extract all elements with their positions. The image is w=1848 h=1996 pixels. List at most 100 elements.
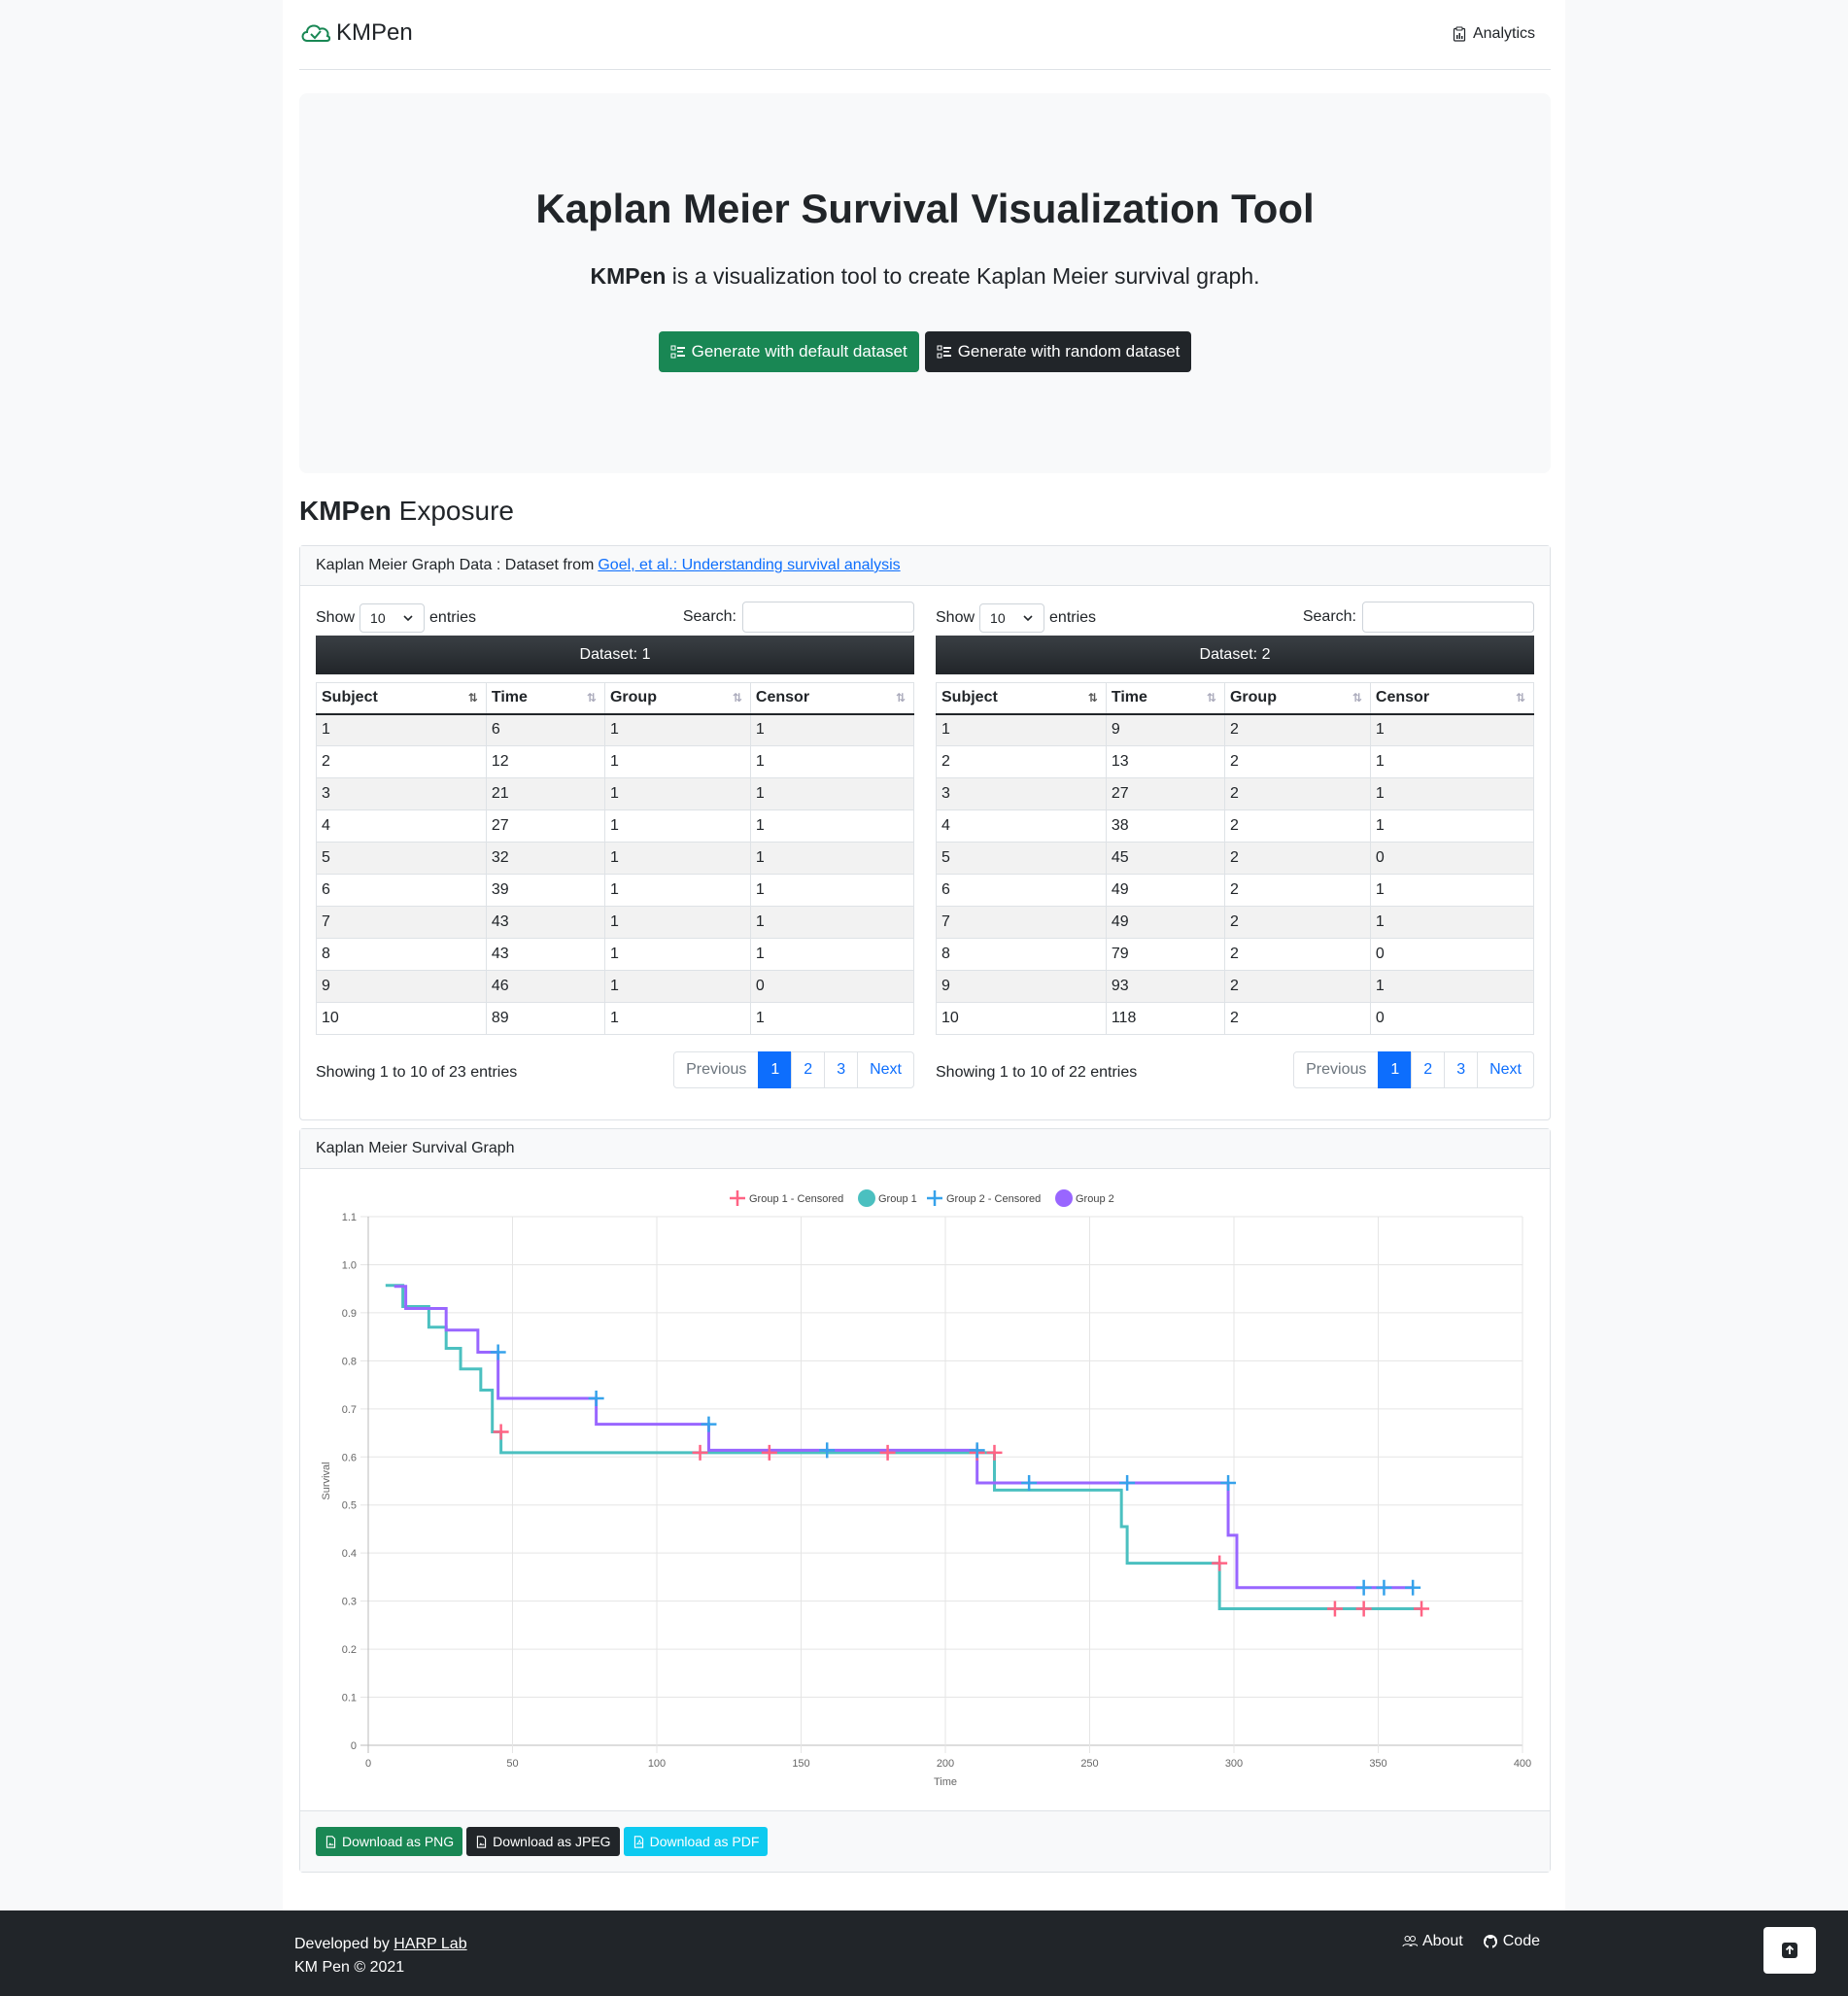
table-cell: 43 — [485, 906, 605, 939]
arrow-up-icon — [1782, 1943, 1797, 1958]
table-row: 2 12 1 1 — [316, 745, 915, 778]
back-to-top-button[interactable] — [1763, 1927, 1816, 1974]
table-cell: 1 — [603, 777, 751, 810]
hero-title: Kaplan Meier Survival Visualization Tool — [535, 186, 1315, 231]
table-cell: 3 — [316, 777, 487, 810]
nav-analytics-link[interactable]: Analytics — [1452, 25, 1535, 43]
table-cell: 6 — [316, 874, 487, 907]
table-cell: 7 — [316, 906, 487, 939]
table-cell: 2 — [1223, 777, 1371, 810]
table-cell: 38 — [1105, 809, 1225, 843]
pagination-next[interactable]: Next — [1477, 1051, 1534, 1088]
datatable-controls: Show 10 entries Search: — [936, 602, 1534, 635]
brand-name: KMPen — [336, 19, 413, 46]
search-label: Search: — [1302, 608, 1356, 625]
pagination-page-1[interactable]: 1 — [758, 1051, 793, 1088]
table-cell: 1 — [749, 777, 915, 810]
pagination-page-3[interactable]: 3 — [1444, 1051, 1479, 1088]
censor-mark — [701, 1416, 717, 1432]
table-cell: 2 — [1223, 874, 1371, 907]
source-paper-link[interactable]: Goel, et al.: Understanding survival ana… — [598, 557, 900, 574]
generate-default-button[interactable]: Generate with default dataset — [658, 331, 919, 372]
hero-lead-text: is a visualization tool to create Kaplan… — [666, 263, 1260, 289]
table-cell: 2 — [1223, 938, 1371, 971]
column-header-label: Time — [491, 689, 528, 706]
datatable-info: Showing 1 to 10 of 23 entries — [316, 1064, 518, 1081]
datatable-search: Search: — [683, 602, 914, 633]
y-tick-label: 0.5 — [342, 1500, 357, 1512]
censor-mark — [969, 1442, 985, 1459]
table-cell: 2 — [1223, 970, 1371, 1003]
chevron-down-icon — [1023, 615, 1033, 622]
pagination-next[interactable]: Next — [857, 1051, 914, 1088]
brand-link[interactable]: KMPen — [299, 19, 413, 47]
column-header-label: Group — [609, 689, 657, 706]
table-cell: 79 — [1105, 938, 1225, 971]
column-header-group[interactable]: Group ⇅ — [1223, 682, 1371, 715]
column-header-group[interactable]: Group ⇅ — [603, 682, 751, 715]
search-label: Search: — [682, 608, 736, 625]
pagination-page-3[interactable]: 3 — [824, 1051, 859, 1088]
column-header-time[interactable]: Time ⇅ — [485, 682, 605, 715]
list-check-icon — [670, 345, 685, 359]
entries-select-value: 10 — [990, 610, 1006, 626]
censor-mark — [761, 1444, 777, 1461]
column-header-time[interactable]: Time ⇅ — [1105, 682, 1225, 715]
datatable-info: Showing 1 to 10 of 22 entries — [936, 1064, 1138, 1081]
table-cell: 21 — [485, 777, 605, 810]
column-header-subject[interactable]: Subject ⇅ — [936, 682, 1107, 715]
x-tick-label: 150 — [792, 1758, 809, 1770]
download-jpeg-button[interactable]: Download as JPEG — [466, 1827, 620, 1856]
datatable-1: Show 10 entries Search: Dataset: 1 Subject ⇅ Ti… — [316, 602, 915, 1101]
download-png-button[interactable]: Download as PNG — [316, 1827, 463, 1856]
column-header-label: Group — [1229, 689, 1277, 706]
footer-links: About Code — [1402, 1933, 1540, 1950]
pagination-previous[interactable]: Previous — [673, 1051, 760, 1088]
search-input[interactable] — [742, 602, 914, 633]
table-cell: 6 — [485, 713, 605, 746]
y-tick-label: 0.2 — [342, 1644, 357, 1656]
entries-select[interactable]: 10 — [979, 603, 1045, 633]
table-cell: 10 — [936, 1002, 1107, 1035]
table-row: 8 43 1 1 — [316, 938, 915, 971]
show-label: Show — [936, 609, 975, 626]
x-tick-label: 350 — [1369, 1758, 1386, 1770]
pagination-previous[interactable]: Previous — [1293, 1051, 1380, 1088]
generate-random-label: Generate with random dataset — [957, 342, 1181, 361]
column-header-censor[interactable]: Censor ⇅ — [749, 682, 915, 715]
navbar: KMPen Analytics — [299, 0, 1551, 70]
censor-mark — [1414, 1600, 1430, 1617]
pagination-page-1[interactable]: 1 — [1378, 1051, 1413, 1088]
hero-buttons: Generate with default dataset Generate w… — [299, 331, 1551, 372]
pagination-page-2[interactable]: 2 — [791, 1051, 826, 1088]
section-title-rest: Exposure — [391, 496, 514, 526]
dataset-caption: Dataset: 1 — [316, 636, 914, 674]
table-row: 5 32 1 1 — [316, 842, 915, 875]
entries-select[interactable]: 10 — [359, 603, 426, 633]
table-cell: 1 — [1369, 809, 1535, 843]
sort-arrows-icon: ⇅ — [1352, 691, 1362, 705]
download-bar: Download as PNG Download as JPEG Downloa… — [300, 1810, 1550, 1872]
table-cell: 1 — [603, 745, 751, 778]
table-cell: 1 — [1369, 970, 1535, 1003]
footer-code-link[interactable]: Code — [1483, 1933, 1540, 1950]
harp-lab-link[interactable]: HARP Lab — [394, 1936, 466, 1952]
generate-random-button[interactable]: Generate with random dataset — [924, 331, 1192, 372]
column-header-subject[interactable]: Subject ⇅ — [316, 682, 487, 715]
table-cell: 1 — [749, 938, 915, 971]
search-input[interactable] — [1362, 602, 1534, 633]
table-cell: 1 — [1369, 713, 1535, 746]
table-cell: 0 — [1369, 1002, 1535, 1035]
sort-arrows-icon: ⇅ — [467, 691, 478, 705]
censor-mark — [1326, 1600, 1343, 1617]
column-header-censor[interactable]: Censor ⇅ — [1369, 682, 1535, 715]
y-tick-label: 0.9 — [342, 1308, 357, 1320]
footer-about-link[interactable]: About — [1402, 1933, 1463, 1950]
table-cell: 2 — [1223, 842, 1371, 875]
clipboard-chart-icon — [1453, 26, 1466, 42]
download-pdf-button[interactable]: Download as PDF — [623, 1827, 769, 1856]
censor-mark — [493, 1424, 509, 1440]
dataset-table: Subject ⇅ Time ⇅ Group ⇅ Censor ⇅ 1 9 2 1 2 13 2 1 3 27 2 1… — [936, 682, 1535, 1035]
legend-label: Group 2 — [1076, 1193, 1114, 1205]
pagination-page-2[interactable]: 2 — [1411, 1051, 1446, 1088]
